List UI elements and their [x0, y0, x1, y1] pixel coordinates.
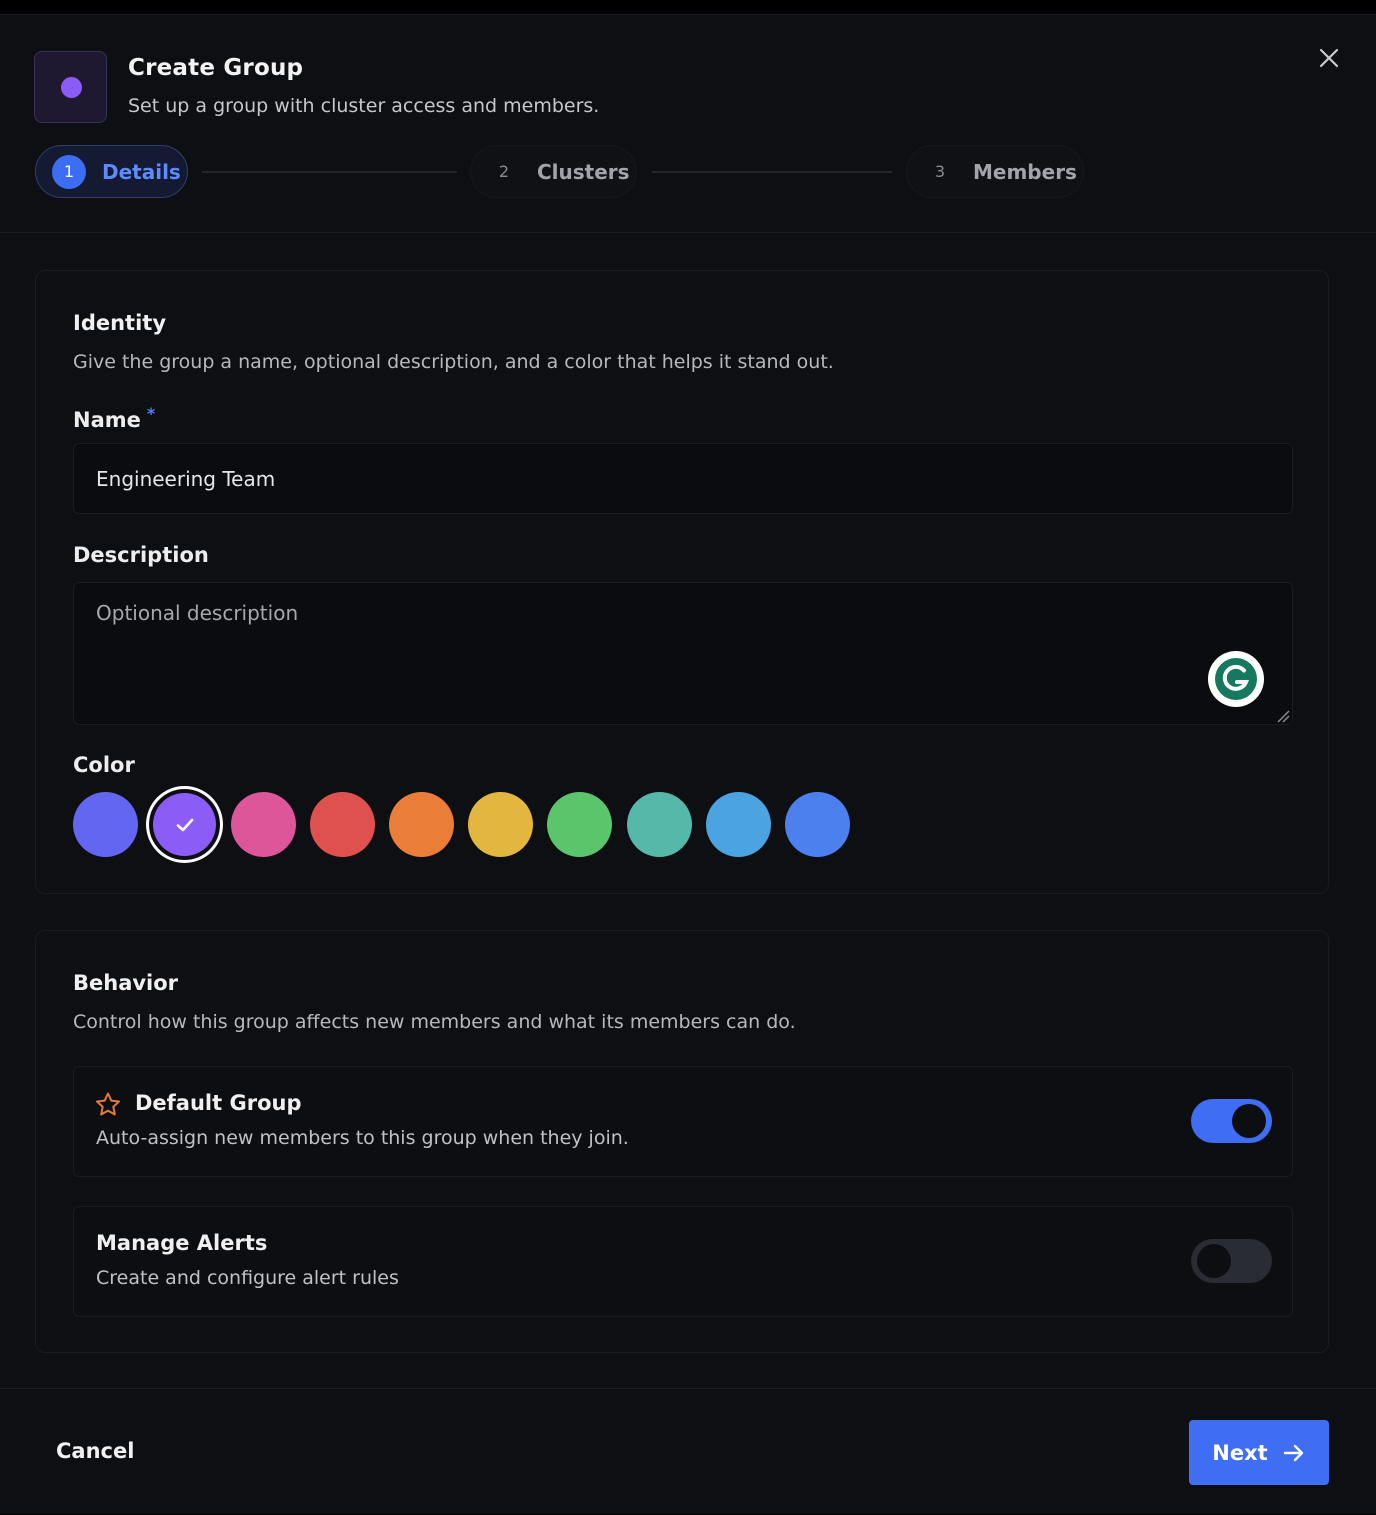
manage-alerts-toggle[interactable]	[1191, 1239, 1272, 1283]
next-button-label: Next	[1212, 1440, 1268, 1465]
option-manage-alerts: Manage Alerts Create and configure alert…	[73, 1206, 1293, 1317]
color-swatch-sky[interactable]	[706, 792, 771, 857]
description-label: Description	[73, 543, 209, 567]
option-title: Default Group	[135, 1091, 302, 1115]
check-icon	[176, 818, 193, 831]
toggle-knob	[1197, 1244, 1231, 1278]
step-clusters[interactable]: 2 Clusters	[470, 145, 637, 198]
required-marker: *	[146, 404, 156, 423]
step-details[interactable]: 1 Details	[35, 145, 188, 198]
option-description: Create and configure alert rules	[96, 1267, 399, 1289]
group-color-dot	[61, 77, 82, 98]
step-number: 1	[52, 154, 86, 189]
behavior-card: Behavior Control how this group affects …	[35, 930, 1329, 1353]
resize-grip-icon[interactable]	[1276, 709, 1290, 723]
color-swatch-indigo[interactable]	[73, 792, 138, 857]
dialog-header: Create Group Set up a group with cluster…	[0, 15, 1376, 233]
behavior-title: Behavior	[73, 971, 179, 995]
close-button[interactable]	[1312, 41, 1346, 75]
step-label: Clusters	[537, 159, 630, 184]
grammarly-icon[interactable]	[1208, 651, 1264, 707]
create-group-dialog: Create Group Set up a group with cluster…	[0, 14, 1376, 1514]
close-icon	[1319, 48, 1339, 68]
dialog-footer: Cancel Next	[0, 1388, 1376, 1515]
cancel-button[interactable]: Cancel	[40, 1427, 150, 1475]
color-swatch-blue[interactable]	[785, 792, 850, 857]
step-label: Details	[102, 159, 181, 184]
color-swatch-green[interactable]	[547, 792, 612, 857]
star-icon	[96, 1092, 120, 1116]
step-connector	[202, 171, 457, 173]
identity-description: Give the group a name, optional descript…	[73, 351, 834, 373]
description-textarea[interactable]	[73, 582, 1293, 725]
arrow-right-icon	[1283, 1444, 1303, 1461]
option-default-group: Default Group Auto-assign new members to…	[73, 1066, 1293, 1177]
color-swatch-teal[interactable]	[627, 792, 692, 857]
name-input[interactable]	[73, 443, 1293, 514]
toggle-knob	[1232, 1104, 1266, 1138]
color-swatch-purple[interactable]	[146, 786, 223, 863]
step-number: 2	[498, 162, 510, 181]
color-label: Color	[73, 753, 135, 777]
color-swatch-orange[interactable]	[389, 792, 454, 857]
color-swatch-yellow[interactable]	[468, 792, 533, 857]
grammarly-logo	[1215, 658, 1257, 700]
option-title: Manage Alerts	[96, 1231, 268, 1255]
dialog-title: Create Group	[128, 55, 304, 81]
step-members[interactable]: 3 Members	[906, 145, 1084, 198]
default-group-toggle[interactable]	[1191, 1099, 1272, 1143]
option-description: Auto-assign new members to this group wh…	[96, 1127, 629, 1149]
name-label: Name *	[73, 404, 155, 432]
step-number: 3	[934, 162, 946, 181]
step-connector	[652, 171, 892, 173]
step-label: Members	[973, 159, 1077, 184]
group-color-icon	[34, 51, 107, 123]
color-swatch-pink[interactable]	[231, 792, 296, 857]
identity-card: Identity Give the group a name, optional…	[35, 270, 1329, 894]
name-label-text: Name	[73, 408, 141, 432]
next-button[interactable]: Next	[1189, 1420, 1329, 1485]
color-swatch-red[interactable]	[310, 792, 375, 857]
dialog-subtitle: Set up a group with cluster access and m…	[128, 95, 600, 117]
behavior-description: Control how this group affects new membe…	[73, 1011, 796, 1033]
identity-title: Identity	[73, 311, 167, 335]
